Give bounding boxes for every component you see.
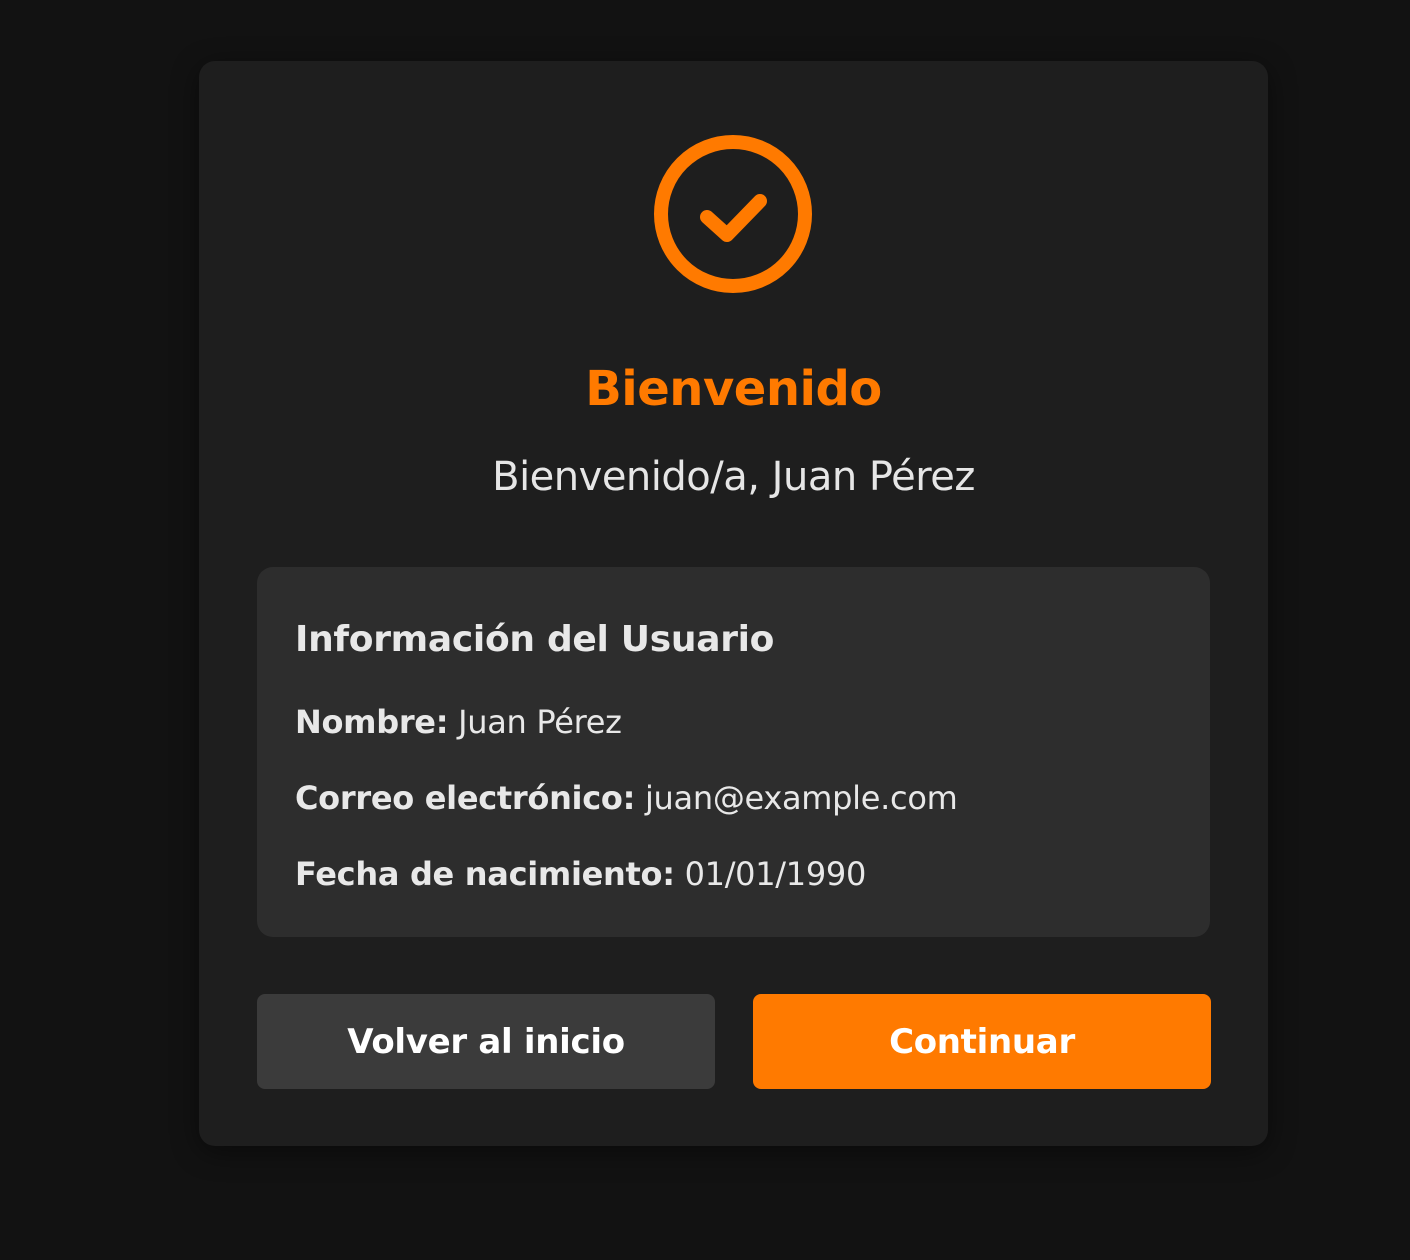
welcome-message: Bienvenido/a, Juan Pérez [492, 454, 975, 500]
name-row: Nombre: Juan Pérez [295, 698, 622, 746]
birthdate-row: Fecha de nacimiento: 01/01/1990 [295, 850, 866, 898]
email-row: Correo electrónico: juan@example.com [295, 774, 958, 822]
birthdate-label: Fecha de nacimiento: [295, 855, 675, 893]
name-value: Juan Pérez [458, 703, 622, 741]
welcome-card: Bienvenido Bienvenido/a, Juan Pérez Info… [199, 61, 1268, 1146]
page-title: Bienvenido [585, 361, 882, 417]
birthdate-value: 01/01/1990 [684, 855, 867, 893]
continue-label: Continuar [889, 1021, 1075, 1062]
user-info-panel: Información del Usuario Nombre: Juan Pér… [257, 567, 1210, 937]
back-to-home-button[interactable]: Volver al inicio [257, 994, 715, 1089]
user-info-heading: Información del Usuario [295, 619, 775, 660]
email-value: juan@example.com [644, 779, 958, 817]
name-label: Nombre: [295, 703, 449, 741]
back-to-home-label: Volver al inicio [347, 1021, 625, 1062]
check-circle-icon [654, 135, 812, 293]
continue-button[interactable]: Continuar [753, 994, 1211, 1089]
email-label: Correo electrónico: [295, 779, 636, 817]
